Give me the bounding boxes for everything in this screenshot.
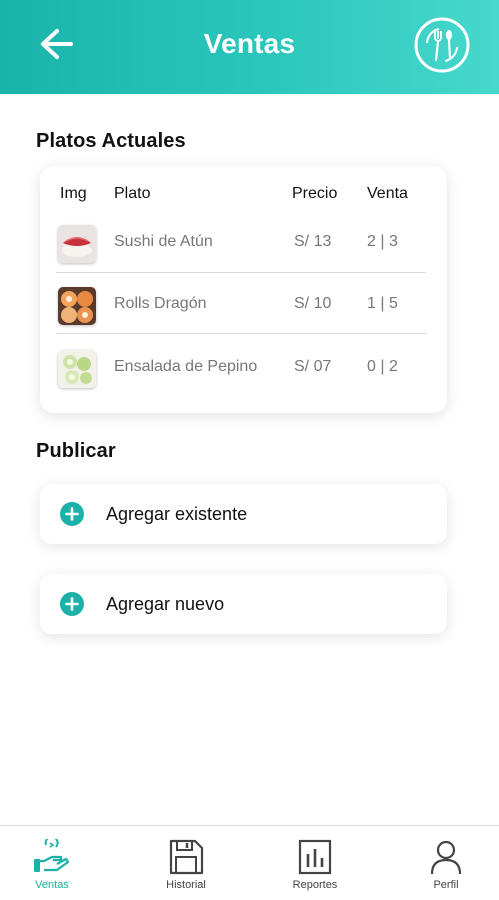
dish-price: S/ 07 bbox=[294, 358, 332, 375]
row-divider bbox=[56, 333, 426, 334]
column-header-precio: Precio bbox=[292, 185, 338, 202]
dish-price: S/ 10 bbox=[294, 295, 332, 312]
dish-image-cucumber-salad bbox=[58, 350, 96, 388]
bottom-navigation: Ventas Historial Reportes Perfil bbox=[0, 825, 499, 900]
save-floppy-icon bbox=[169, 839, 204, 875]
add-existing-button[interactable]: Agregar existente bbox=[40, 484, 447, 544]
column-header-img: Img bbox=[60, 185, 87, 202]
publicar-title: Publicar bbox=[36, 440, 116, 462]
nav-item-historial[interactable]: Historial bbox=[136, 826, 236, 900]
add-existing-label: Agregar existente bbox=[106, 504, 248, 524]
nav-label-historial: Historial bbox=[166, 879, 206, 891]
table-row[interactable]: Ensalada de Pepino S/ 07 0 | 2 bbox=[40, 338, 447, 398]
dish-name: Rolls Dragón bbox=[114, 295, 207, 312]
column-header-venta: Venta bbox=[367, 185, 408, 202]
dish-image-dragon-rolls bbox=[58, 287, 96, 325]
dish-venta: 0 | 2 bbox=[367, 358, 398, 375]
dish-venta: 2 | 3 bbox=[367, 233, 398, 250]
nav-item-reportes[interactable]: Reportes bbox=[265, 826, 365, 900]
app-header: Ventas bbox=[0, 0, 499, 94]
platos-table: Img Plato Precio Venta Sushi de Atún S/ … bbox=[40, 166, 447, 413]
nav-item-perfil[interactable]: Perfil bbox=[396, 826, 496, 900]
nav-label-perfil: Perfil bbox=[433, 879, 459, 891]
platos-actuales-title: Platos Actuales bbox=[36, 130, 186, 152]
dish-venta: 1 | 5 bbox=[367, 295, 398, 312]
plus-circle-icon bbox=[60, 592, 84, 616]
sales-hand-icon bbox=[34, 839, 70, 872]
nav-label-ventas: Ventas bbox=[35, 879, 69, 891]
plate-fork-spoon-logo-icon bbox=[414, 17, 470, 73]
table-row[interactable]: Rolls Dragón S/ 10 1 | 5 bbox=[40, 275, 447, 335]
plus-circle-icon bbox=[60, 502, 84, 526]
bar-chart-icon bbox=[298, 839, 332, 875]
row-divider bbox=[56, 272, 426, 273]
user-icon bbox=[430, 840, 462, 875]
column-header-plato: Plato bbox=[114, 185, 151, 202]
table-row[interactable]: Sushi de Atún S/ 13 2 | 3 bbox=[40, 213, 447, 273]
nav-label-reportes: Reportes bbox=[292, 879, 338, 891]
dish-name: Ensalada de Pepino bbox=[114, 358, 258, 375]
dish-price: S/ 13 bbox=[294, 233, 332, 250]
dish-name: Sushi de Atún bbox=[114, 233, 213, 250]
add-new-button[interactable]: Agregar nuevo bbox=[40, 574, 447, 634]
logo-button[interactable] bbox=[413, 16, 471, 74]
nav-item-ventas[interactable]: Ventas bbox=[2, 826, 102, 900]
add-new-label: Agregar nuevo bbox=[106, 594, 225, 614]
dish-image-tuna-sushi bbox=[58, 225, 96, 263]
